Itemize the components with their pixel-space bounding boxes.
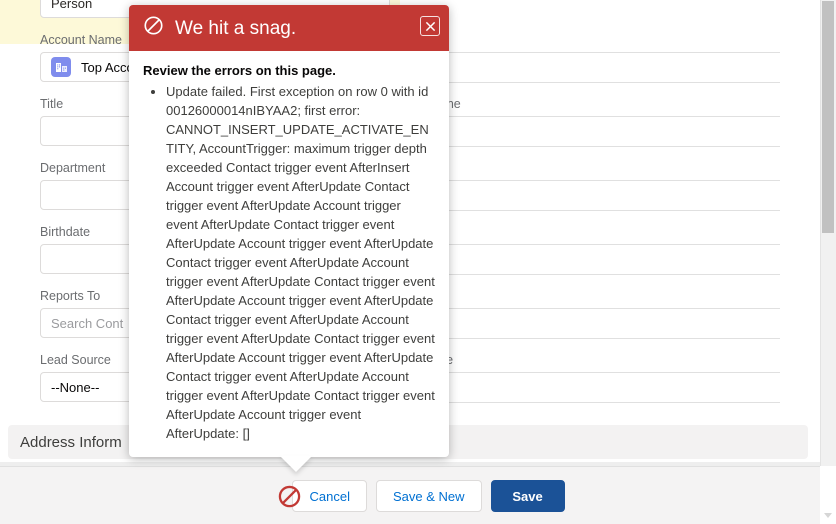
account-icon	[51, 57, 71, 77]
close-icon[interactable]	[420, 16, 440, 36]
field-email-spacer	[410, 160, 780, 211]
errors-list: Update failed. First exception on row 0 …	[143, 82, 435, 443]
save-and-new-button[interactable]: Save & New	[375, 480, 482, 512]
assistant-input[interactable]	[410, 308, 780, 339]
field-other-phone: er Phone	[410, 96, 780, 147]
mobile-input[interactable]	[410, 52, 780, 83]
field-label-other-phone: er Phone	[410, 96, 780, 112]
email-spacer-input[interactable]	[410, 180, 780, 211]
vertical-scrollbar-thumb[interactable]	[822, 1, 834, 233]
error-popover-header: We hit a snag.	[129, 5, 449, 51]
error-popover-body: Review the errors on this page. Update f…	[129, 51, 449, 457]
footer-action-bar: Cancel Save & New Save	[0, 466, 820, 524]
field-assistant: stant	[410, 288, 780, 339]
errors-heading: Review the errors on this page.	[143, 63, 336, 78]
field-asst-phone: . Phone	[410, 352, 780, 403]
email-input[interactable]	[410, 244, 780, 275]
other-phone-input[interactable]	[410, 116, 780, 147]
field-label-mobile: bile	[410, 32, 780, 48]
record-edit-page: Person Account Name Top Acco Title Depar…	[0, 0, 836, 524]
save-button[interactable]: Save	[490, 480, 565, 512]
error-list-item: Update failed. First exception on row 0 …	[166, 82, 435, 443]
field-mobile: bile	[410, 32, 780, 83]
record-type-value: Person	[51, 0, 93, 11]
popover-pointer-arrow	[280, 456, 312, 472]
scroll-down-arrow-icon[interactable]	[822, 508, 834, 520]
field-label-email: ail	[410, 224, 780, 240]
address-information-title: Address Inform	[20, 433, 122, 451]
field-email: ail	[410, 224, 780, 275]
account-name-value: Top Acco	[81, 59, 134, 75]
ban-icon	[143, 15, 164, 41]
field-label-asst-phone: . Phone	[410, 352, 780, 368]
field-label-email-spacer	[410, 160, 780, 176]
error-popover-title: We hit a snag.	[175, 17, 297, 39]
cancel-button[interactable]: Cancel	[292, 480, 367, 512]
error-popover: We hit a snag. Review the errors on this…	[129, 5, 449, 472]
footer-error-ban-icon[interactable]	[277, 484, 302, 509]
field-label-assistant: stant	[410, 288, 780, 304]
asst-phone-input[interactable]	[410, 372, 780, 403]
